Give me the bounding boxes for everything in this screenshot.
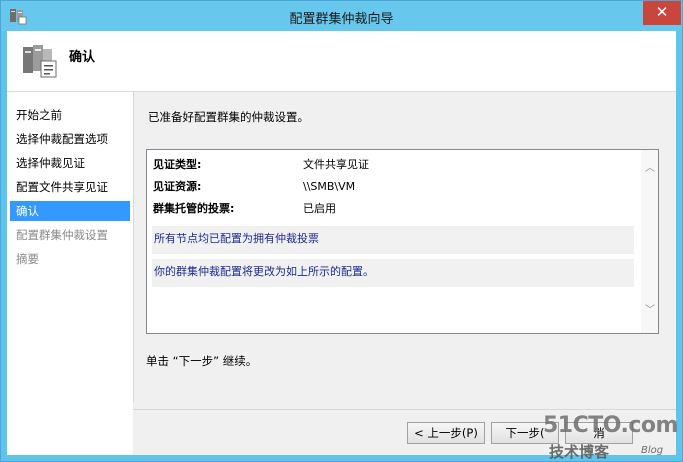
window-title: 配置群集仲裁向导	[289, 12, 394, 27]
details-scrollbar[interactable]: ︿ ﹀	[641, 150, 658, 333]
footer-divider	[133, 409, 676, 410]
detail-note-quorum-change: 你的群集仲裁配置将更改为如上所示的配置。	[152, 259, 634, 287]
wizard-window: 配置群集仲裁向导 ✕ 确认 开始之前 选择仲裁配置选项 选择仲裁见证 配置文件共…	[0, 0, 683, 462]
title-bar[interactable]: 配置群集仲裁向导 ✕	[1, 1, 682, 31]
wizard-client: 确认 开始之前 选择仲裁配置选项 选择仲裁见证 配置文件共享见证 确认 配置群集…	[7, 31, 678, 461]
continue-instruction: 单击 “下一步” 继续。	[146, 354, 258, 368]
sidebar-item-confirmation[interactable]: 确认	[10, 201, 130, 221]
detail-label: 见证类型:	[153, 158, 202, 171]
cancel-button[interactable]: 消	[565, 422, 633, 444]
confirmation-description: 已准备好配置群集的仲裁设置。	[148, 110, 309, 124]
scroll-up-icon[interactable]: ︿	[645, 164, 655, 174]
sidebar-item-configure-file-share-witness[interactable]: 配置文件共享见证	[10, 177, 130, 197]
watermark-blog-cn: 技术博客	[549, 443, 610, 461]
detail-label: 见证资源:	[153, 180, 202, 193]
detail-row-cluster-votes: 群集托管的投票: 已启用	[153, 200, 336, 218]
detail-label: 群集托管的投票:	[153, 202, 235, 215]
sidebar-item-summary: 摘要	[16, 252, 39, 266]
close-icon: ✕	[655, 3, 669, 21]
detail-value: 已启用	[303, 202, 336, 215]
detail-row-witness-resource: 见证资源: \\SMB\VM	[153, 178, 355, 196]
cluster-servers-icon	[23, 45, 57, 78]
back-button[interactable]: < 上一步(P)	[407, 422, 485, 444]
next-button[interactable]: 下一步(	[491, 422, 559, 444]
sidebar-item-configure-quorum-settings: 配置群集仲裁设置	[16, 228, 108, 242]
confirmation-details-box[interactable]: 见证类型: 文件共享见证 见证资源: \\SMB\VM 群集托管的投票: 已启用 所有…	[146, 149, 659, 334]
watermark-blog: Blog	[641, 445, 664, 456]
scroll-down-icon[interactable]: ﹀	[645, 306, 655, 316]
detail-row-witness-type: 见证类型: 文件共享见证	[153, 156, 369, 174]
close-button[interactable]: ✕	[643, 1, 681, 25]
detail-value: \\SMB\VM	[303, 180, 356, 193]
sidebar-divider	[133, 92, 134, 402]
wizard-header: 确认	[7, 31, 676, 92]
sidebar-item-before-you-begin[interactable]: 开始之前	[10, 105, 130, 125]
wizard-steps-sidebar: 开始之前 选择仲裁配置选项 选择仲裁见证 配置文件共享见证 确认 配置群集仲裁设…	[7, 92, 133, 455]
detail-value: 文件共享见证	[303, 158, 369, 171]
sidebar-item-select-witness[interactable]: 选择仲裁见证	[10, 153, 130, 173]
detail-note-node-votes: 所有节点均已配置为拥有仲裁投票	[152, 226, 634, 254]
sidebar-item-select-quorum-option[interactable]: 选择仲裁配置选项	[10, 129, 130, 149]
page-title: 确认	[69, 50, 96, 65]
